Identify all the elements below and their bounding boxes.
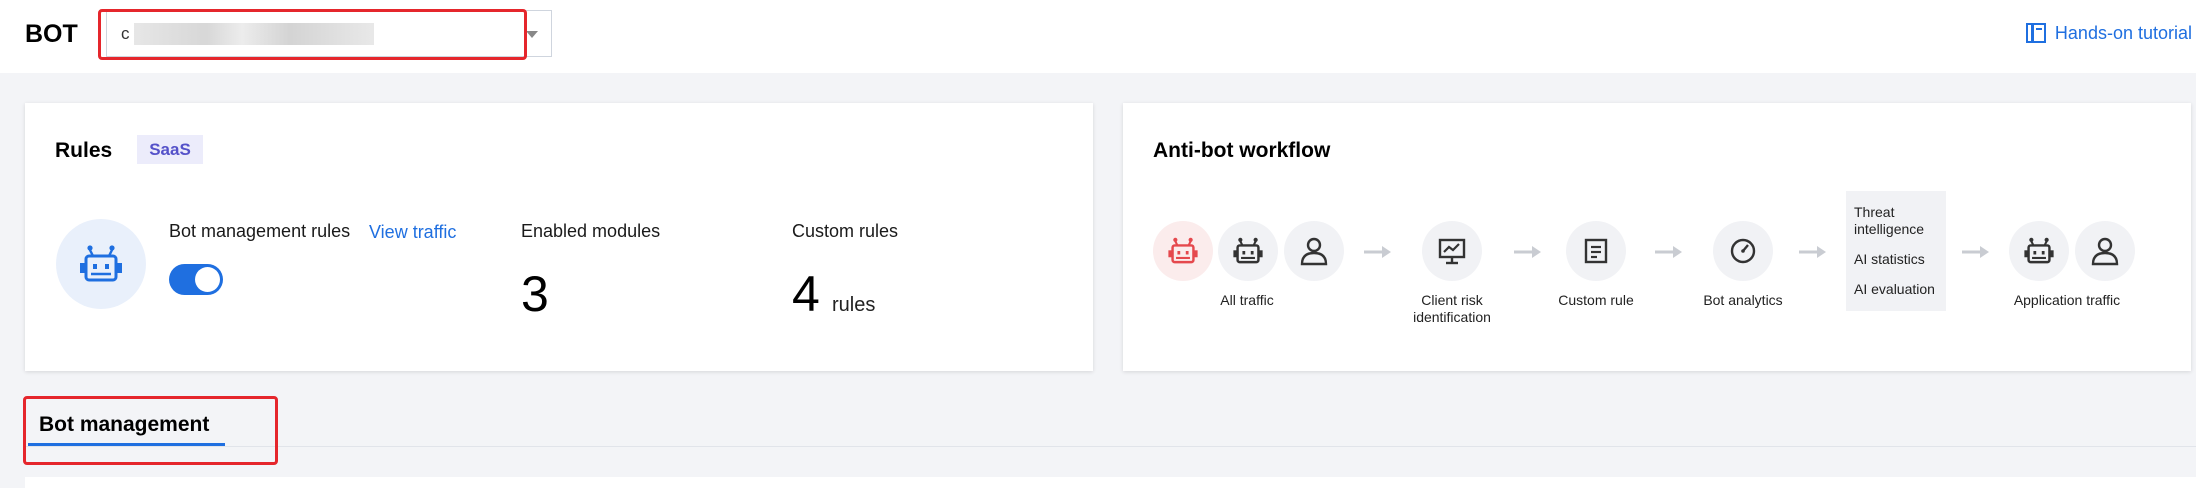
- custom-rule-node: [1566, 221, 1626, 281]
- threat-intelligence-label: Threat intelligence: [1854, 204, 1924, 238]
- app-user-node: [2075, 221, 2135, 281]
- custom-rules-value: 4: [792, 266, 820, 322]
- custom-rule-label: Custom rule: [1558, 292, 1634, 308]
- chevron-down-icon[interactable]: [526, 31, 538, 38]
- ai-evaluation-label: AI evaluation: [1854, 281, 1935, 297]
- enabled-modules-value: 3: [521, 266, 549, 322]
- view-traffic-link[interactable]: View traffic: [369, 222, 456, 243]
- ai-statistics-label: AI statistics: [1854, 251, 1925, 267]
- workflow-title: Anti-bot workflow: [1153, 139, 1331, 162]
- bottom-panel: [25, 477, 2196, 488]
- client-risk-label-line2: identification: [1413, 309, 1491, 325]
- document-icon: [1584, 238, 1608, 264]
- client-risk-label: Client risk identification: [1392, 292, 1512, 326]
- tab-divider: [25, 446, 2196, 447]
- arrow-right-icon: [1799, 246, 1826, 258]
- page-title: BOT: [25, 20, 78, 48]
- client-risk-label-line1: Client risk: [1421, 292, 1483, 308]
- toggle-knob: [195, 267, 220, 292]
- rules-card: Rules SaaS Bot management rules View tra…: [25, 103, 1093, 371]
- rules-title: Rules: [55, 139, 113, 162]
- top-header: BOT c Hands-on tutorial: [0, 0, 2196, 73]
- bot-management-rules-label: Bot management rules: [169, 221, 351, 241]
- monitor-chart-icon: [1438, 238, 1466, 265]
- crawler-traffic-node: [1218, 221, 1278, 281]
- threat-intelligence-line2: intelligence: [1854, 221, 1925, 237]
- ai-detection-box: Threat intelligence AI statistics AI eva…: [1846, 191, 1946, 311]
- application-traffic-label: Application traffic: [2013, 292, 2121, 308]
- bot-analytics-node: [1713, 221, 1773, 281]
- arrow-right-icon: [1962, 246, 1989, 258]
- robot-icon: [1168, 237, 1198, 264]
- client-risk-node: [1422, 221, 1482, 281]
- bot-management-toggle[interactable]: [169, 264, 223, 295]
- robot-icon: [1233, 237, 1263, 264]
- robot-icon: [80, 245, 122, 282]
- custom-rules-unit: rules: [832, 294, 876, 316]
- custom-rules-label: Custom rules: [792, 221, 899, 241]
- bot-traffic-node: [1153, 221, 1213, 281]
- bot-avatar: [56, 219, 146, 309]
- human-traffic-node: [1284, 221, 1344, 281]
- bot-analytics-label: Bot analytics: [1703, 292, 1783, 308]
- all-traffic-label: All traffic: [1220, 292, 1274, 308]
- robot-icon: [2024, 237, 2054, 264]
- user-icon: [1300, 237, 1328, 266]
- hands-on-tutorial-label: Hands-on tutorial: [2054, 22, 2192, 43]
- enabled-modules-label: Enabled modules: [521, 221, 661, 241]
- arrow-right-icon: [1655, 246, 1682, 258]
- instance-select[interactable]: c: [106, 10, 552, 57]
- redacted-value: [134, 23, 374, 45]
- gauge-icon: [1730, 238, 1756, 264]
- threat-intelligence-line1: Threat: [1854, 204, 1895, 220]
- app-bot-node: [2009, 221, 2069, 281]
- arrow-right-icon: [1364, 246, 1391, 258]
- saas-badge: SaaS: [137, 135, 203, 164]
- tab-bot-management[interactable]: Bot management: [39, 413, 209, 437]
- instance-select-value: c: [121, 24, 130, 43]
- hands-on-tutorial-link[interactable]: Hands-on tutorial: [2025, 22, 2192, 44]
- arrow-right-icon: [1514, 246, 1541, 258]
- book-icon: [2025, 23, 2046, 43]
- user-icon: [2091, 237, 2119, 266]
